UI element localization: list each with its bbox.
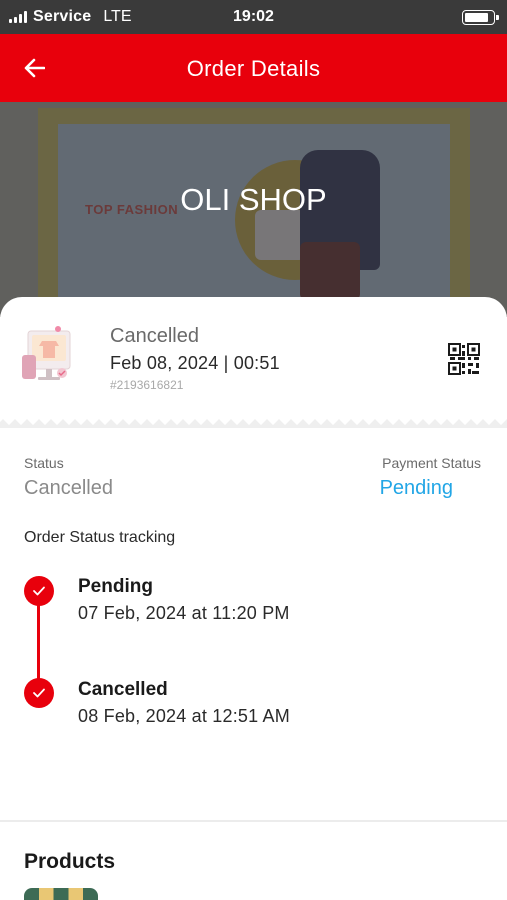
status-bar: Service LTE 19:02 [0,0,507,34]
timeline-step-title: Pending [78,576,153,597]
section-divider [0,820,507,822]
timeline-step-time: 07 Feb, 2024 at 11:20 PM [78,603,290,623]
ticket-edge-divider [0,415,507,429]
product-thumbnail[interactable] [24,888,98,900]
shop-banner: TOP FASHION OLI SHOP [0,102,507,317]
timeline-step-time: 08 Feb, 2024 at 12:51 AM [78,706,290,726]
page-title: Order Details [186,56,321,81]
timeline-check-icon [24,576,54,606]
order-status-text: Cancelled [110,325,199,347]
payment-status-label: Payment Status [382,455,481,471]
app-bar: Order Details [0,34,507,102]
battery-icon [462,10,499,25]
shop-name: OLI SHOP [180,182,327,217]
payment-status-value: Pending [379,477,453,499]
order-status-section: Status Cancelled Payment Status Pending … [0,428,507,820]
order-illustration-icon [22,326,71,380]
products-heading: Products [24,850,116,873]
order-summary-card: Cancelled Feb 08, 2024 | 00:51 #21936168… [0,297,507,424]
status-value: Cancelled [24,477,113,499]
timeline-step-title: Cancelled [78,679,168,700]
qr-code-icon[interactable] [448,343,480,375]
status-bar-time: 19:02 [233,8,274,25]
timeline-check-icon [24,678,54,708]
order-datetime: Feb 08, 2024 | 00:51 [110,353,280,373]
status-label: Status [24,455,64,471]
tracking-title: Order Status tracking [24,529,176,546]
order-id: #2193616821 [110,378,184,392]
